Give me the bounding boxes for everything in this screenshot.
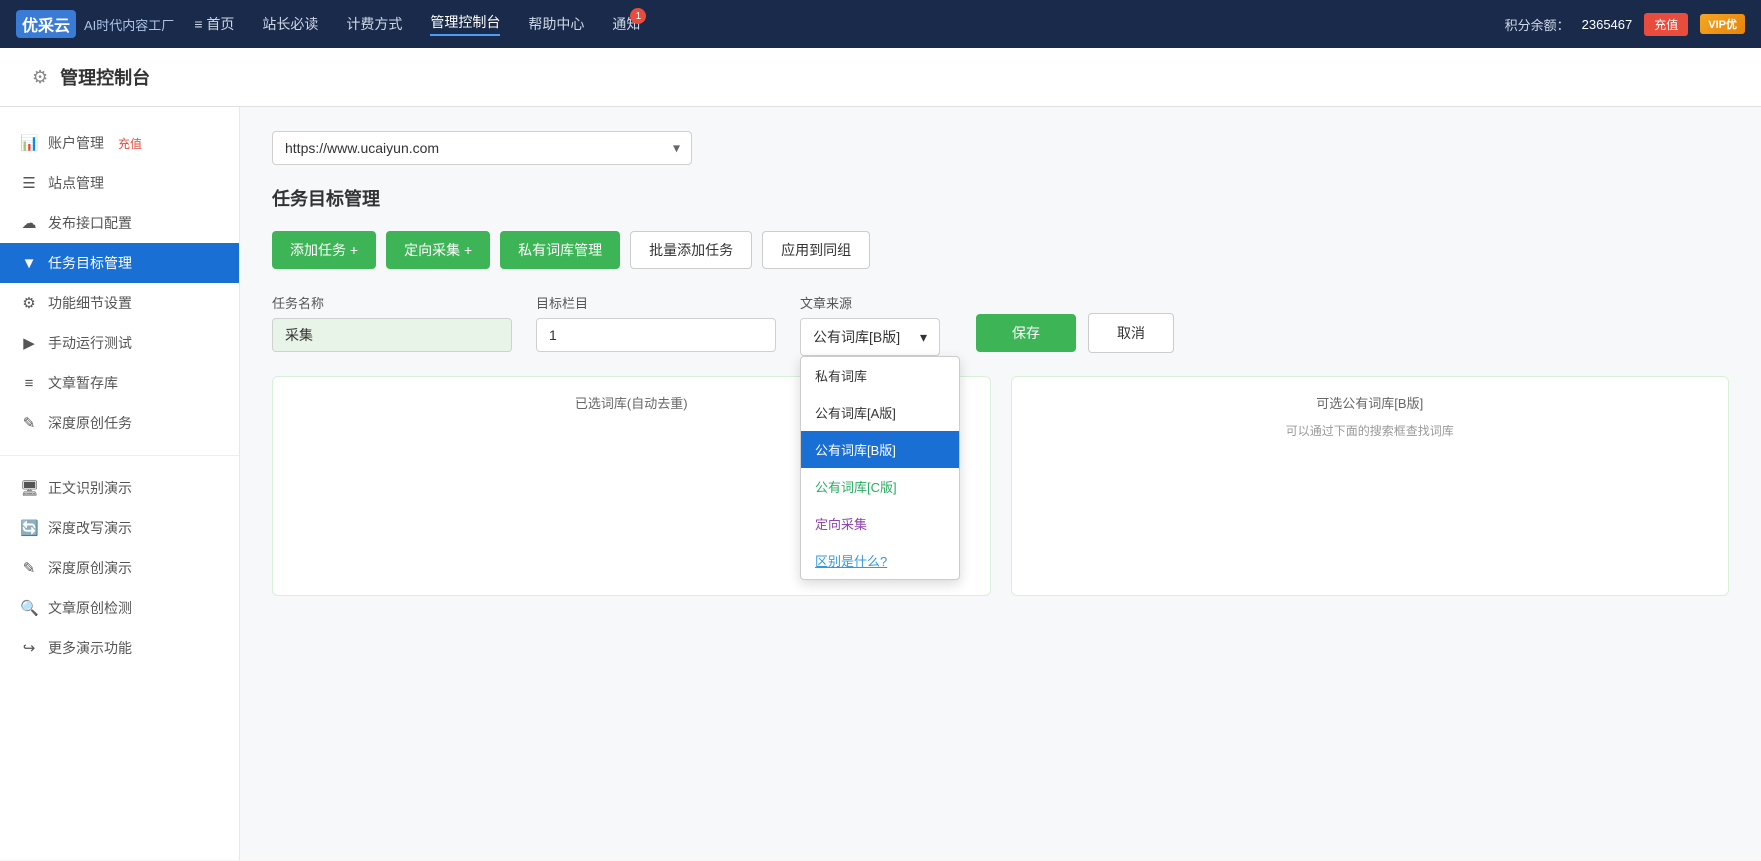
content-area: https://www.ucaiyun.com ▾ 任务目标管理 添加任务 + … <box>240 107 1761 860</box>
sidebar-item-demo3[interactable]: ✎ 深度原创演示 <box>0 548 239 588</box>
sidebar-label-site: 站点管理 <box>48 173 104 193</box>
url-select[interactable]: https://www.ucaiyun.com <box>272 131 692 165</box>
task-name-label: 任务名称 <box>272 293 512 312</box>
sidebar-label-demo5: 更多演示功能 <box>48 638 132 658</box>
form-actions: 保存 取消 <box>976 313 1174 353</box>
sidebar-item-settings[interactable]: ⚙ 功能细节设置 <box>0 283 239 323</box>
filter-icon: ▼ <box>20 255 38 272</box>
nav-pricing[interactable]: 计费方式 <box>346 14 402 34</box>
sidebar-item-task[interactable]: ▼ 任务目标管理 <box>0 243 239 283</box>
logo-tagline: AI时代内容工厂 <box>84 15 174 34</box>
source-dropdown: 私有词库 公有词库[A版] 公有词库[B版] 公有词库[C版] 定向采集 区别是… <box>800 356 960 580</box>
nav-right: 积分余额： 2365467 充值 VIP优 <box>1505 13 1745 36</box>
sidebar-item-demo2[interactable]: 🔄 深度改写演示 <box>0 508 239 548</box>
cloud-icon: ☁ <box>20 214 38 232</box>
sidebar-item-original-task[interactable]: ✎ 深度原创任务 <box>0 403 239 443</box>
toolbar: 添加任务 + 定向采集 + 私有词库管理 批量添加任务 应用到同组 <box>272 231 1729 269</box>
section-title: 任务目标管理 <box>272 185 1729 211</box>
sidebar-item-demo5[interactable]: ↪ 更多演示功能 <box>0 628 239 668</box>
source-option-diff-link[interactable]: 区别是什么? <box>801 542 959 579</box>
points-value: 2365467 <box>1582 17 1633 32</box>
search-icon: 🔍 <box>20 599 38 617</box>
sidebar-item-demo1[interactable]: 🖥 正文识别演示 <box>0 468 239 508</box>
target-col-input[interactable] <box>536 318 776 352</box>
logo-box: 优采云 <box>16 10 76 38</box>
sidebar-label-settings: 功能细节设置 <box>48 293 132 313</box>
source-option-public-b[interactable]: 公有词库[B版] <box>801 431 959 468</box>
sidebar-divider <box>0 455 239 456</box>
points-label: 积分余额： <box>1505 15 1570 34</box>
nav-must-read[interactable]: 站长必读 <box>262 14 318 34</box>
source-selected-label: 公有词库[B版] <box>813 327 900 347</box>
settings-icon: ⚙ <box>32 67 48 88</box>
directed-collect-button[interactable]: 定向采集 + <box>386 231 490 269</box>
right-panel: 可选公有词库[B版] 可以通过下面的搜索框查找词库 <box>1011 376 1730 596</box>
task-name-input[interactable] <box>272 318 512 352</box>
source-group: 文章来源 公有词库[B版] ▾ 私有词库 公有词库[A版] 公有词库[B版] 公… <box>800 293 940 356</box>
gear-icon: ⚙ <box>20 294 38 312</box>
pencil-icon: ✎ <box>20 559 38 577</box>
sidebar-label-demo1: 正文识别演示 <box>48 478 132 498</box>
source-dropdown-arrow-icon: ▾ <box>920 329 927 346</box>
source-option-private[interactable]: 私有词库 <box>801 357 959 394</box>
sidebar-item-site[interactable]: ☰ 站点管理 <box>0 163 239 203</box>
db-icon: ≡ <box>20 375 38 392</box>
source-option-public-a[interactable]: 公有词库[A版] <box>801 394 959 431</box>
nav-dashboard[interactable]: 管理控制台 <box>430 12 500 36</box>
sidebar-label-demo4: 文章原创检测 <box>48 598 132 618</box>
batch-add-button[interactable]: 批量添加任务 <box>630 231 752 269</box>
source-select-box[interactable]: 公有词库[B版] ▾ <box>800 318 940 356</box>
logo: 优采云 AI时代内容工厂 <box>16 10 174 38</box>
apply-group-button[interactable]: 应用到同组 <box>762 231 870 269</box>
sidebar-label-original-task: 深度原创任务 <box>48 413 132 433</box>
sidebar-label-demo3: 深度原创演示 <box>48 558 132 578</box>
target-col-label: 目标栏目 <box>536 293 776 312</box>
sidebar-item-publish[interactable]: ☁ 发布接口配置 <box>0 203 239 243</box>
sidebar-label-account: 账户管理 <box>48 133 104 153</box>
url-select-wrapper: https://www.ucaiyun.com ▾ <box>272 131 692 165</box>
source-label: 文章来源 <box>800 293 940 312</box>
main-layout: 📊 账户管理 充值 ☰ 站点管理 ☁ 发布接口配置 ▼ 任务目标管理 ⚙ 功能细… <box>0 107 1761 860</box>
vip-badge: VIP优 <box>1700 14 1745 34</box>
sidebar-item-draft[interactable]: ≡ 文章暂存库 <box>0 363 239 403</box>
sidebar-item-account[interactable]: 📊 账户管理 充值 <box>0 123 239 163</box>
add-task-button[interactable]: 添加任务 + <box>272 231 376 269</box>
sidebar-label-manual: 手动运行测试 <box>48 333 132 353</box>
notif-badge: 1 <box>630 8 646 24</box>
right-panel-hint: 可以通过下面的搜索框查找词库 <box>1028 422 1713 439</box>
sidebar-label-publish: 发布接口配置 <box>48 213 132 233</box>
sidebar-label-task: 任务目标管理 <box>48 253 132 273</box>
sidebar-item-demo4[interactable]: 🔍 文章原创检测 <box>0 588 239 628</box>
task-name-group: 任务名称 <box>272 293 512 352</box>
nav-items: ≡ 首页 站长必读 计费方式 管理控制台 帮助中心 通知 1 <box>194 12 1504 36</box>
save-button[interactable]: 保存 <box>976 314 1076 352</box>
nav-notif[interactable]: 通知 1 <box>612 14 640 34</box>
page-header: ⚙ 管理控制台 <box>0 48 1761 107</box>
nav-home[interactable]: ≡ 首页 <box>194 14 234 34</box>
sidebar-label-draft: 文章暂存库 <box>48 373 118 393</box>
page-title: 管理控制台 <box>60 64 150 90</box>
top-nav: 优采云 AI时代内容工厂 ≡ 首页 站长必读 计费方式 管理控制台 帮助中心 通… <box>0 0 1761 48</box>
sidebar-label-demo2: 深度改写演示 <box>48 518 132 538</box>
edit-icon: ✎ <box>20 414 38 432</box>
monitor-icon: 🖥 <box>20 479 38 497</box>
nav-help[interactable]: 帮助中心 <box>528 14 584 34</box>
sidebar-recharge-link[interactable]: 充值 <box>118 135 142 152</box>
recharge-button[interactable]: 充值 <box>1644 13 1688 36</box>
source-option-public-c[interactable]: 公有词库[C版] <box>801 468 959 505</box>
sidebar: 📊 账户管理 充值 ☰ 站点管理 ☁ 发布接口配置 ▼ 任务目标管理 ⚙ 功能细… <box>0 107 240 860</box>
target-col-group: 目标栏目 <box>536 293 776 352</box>
list-icon: ☰ <box>20 174 38 192</box>
source-option-directed[interactable]: 定向采集 <box>801 505 959 542</box>
arrow-icon: ↪ <box>20 639 38 657</box>
form-row: 任务名称 目标栏目 文章来源 公有词库[B版] ▾ 私有词库 公有词库[A版] … <box>272 293 1729 356</box>
private-lib-button[interactable]: 私有词库管理 <box>500 231 620 269</box>
play-icon: ▶ <box>20 334 38 352</box>
cancel-button[interactable]: 取消 <box>1088 313 1174 353</box>
sidebar-item-manual[interactable]: ▶ 手动运行测试 <box>0 323 239 363</box>
right-panel-title: 可选公有词库[B版] <box>1028 393 1713 412</box>
chart-icon: 📊 <box>20 134 38 152</box>
panels-row: 已选词库(自动去重) 可选公有词库[B版] 可以通过下面的搜索框查找词库 <box>272 376 1729 596</box>
refresh-icon: 🔄 <box>20 519 38 537</box>
